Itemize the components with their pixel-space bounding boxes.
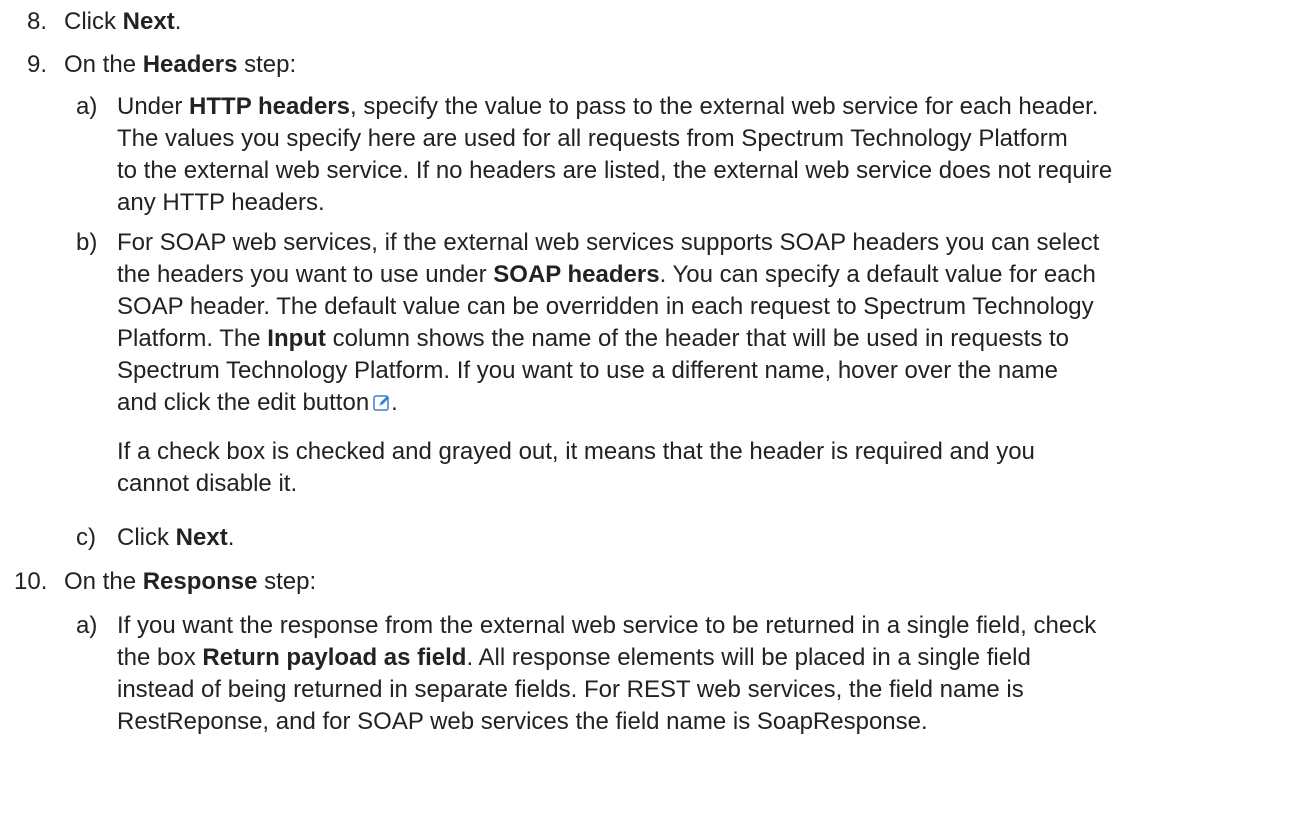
text-line: cannot disable it. xyxy=(117,470,298,497)
text-line: The values you specify here are used for… xyxy=(117,125,1068,152)
step-text: On the Headers step: xyxy=(64,51,297,78)
substep-body: If you want the response from the extern… xyxy=(117,610,1287,738)
substep-letter: c) xyxy=(76,524,96,551)
text-line: any HTTP headers. xyxy=(117,189,325,216)
text-line: SOAP header. The default value can be ov… xyxy=(117,293,1094,320)
ui-label: Next xyxy=(122,8,175,35)
text-line: the box Return payload as field. All res… xyxy=(117,644,1031,671)
substep-body: Under HTTP headers, specify the value to… xyxy=(117,91,1287,219)
edit-icon xyxy=(373,389,391,411)
step-number: 10. xyxy=(14,568,48,595)
ui-label: HTTP headers xyxy=(189,93,350,120)
text-line: If you want the response from the extern… xyxy=(117,612,1097,639)
text-line: For SOAP web services, if the external w… xyxy=(117,229,1100,256)
text-line: and click the edit button. xyxy=(117,389,398,416)
text-line: to the external web service. If no heade… xyxy=(117,157,1113,184)
step-text: On the Response step: xyxy=(64,568,317,595)
step-number: 9. xyxy=(27,51,48,78)
substep-letter: a) xyxy=(76,93,98,120)
note-paragraph: If a check box is checked and grayed out… xyxy=(117,436,1287,500)
ui-label: Response xyxy=(142,568,258,595)
ui-label: Headers xyxy=(142,51,238,78)
text-line: the headers you want to use under SOAP h… xyxy=(117,261,1096,288)
substep-letter: b) xyxy=(76,229,98,256)
text-line: Under HTTP headers, specify the value to… xyxy=(117,93,1099,120)
document-page: { "step8": { "number": "8.", "prefix": "… xyxy=(0,0,1291,817)
text-line: Spectrum Technology Platform. If you wan… xyxy=(117,357,1058,384)
substep-body: Click Next. xyxy=(117,522,1287,554)
ui-label: Input xyxy=(267,325,326,352)
text-line: Platform. The Input column shows the nam… xyxy=(117,325,1070,352)
text-line: RestReponse, and for SOAP web services t… xyxy=(117,708,928,735)
step-text: Click Next. xyxy=(64,8,182,35)
substep-letter: a) xyxy=(76,612,98,639)
ui-label: Return payload as field xyxy=(202,644,467,671)
ui-label: SOAP headers xyxy=(493,261,660,288)
substep-body: For SOAP web services, if the external w… xyxy=(117,227,1287,419)
text-line: Click Next. xyxy=(117,524,235,551)
text-line: If a check box is checked and grayed out… xyxy=(117,438,1035,465)
text-line: instead of being returned in separate fi… xyxy=(117,676,1024,703)
ui-label: Next xyxy=(175,524,228,551)
step-number: 8. xyxy=(27,8,48,35)
